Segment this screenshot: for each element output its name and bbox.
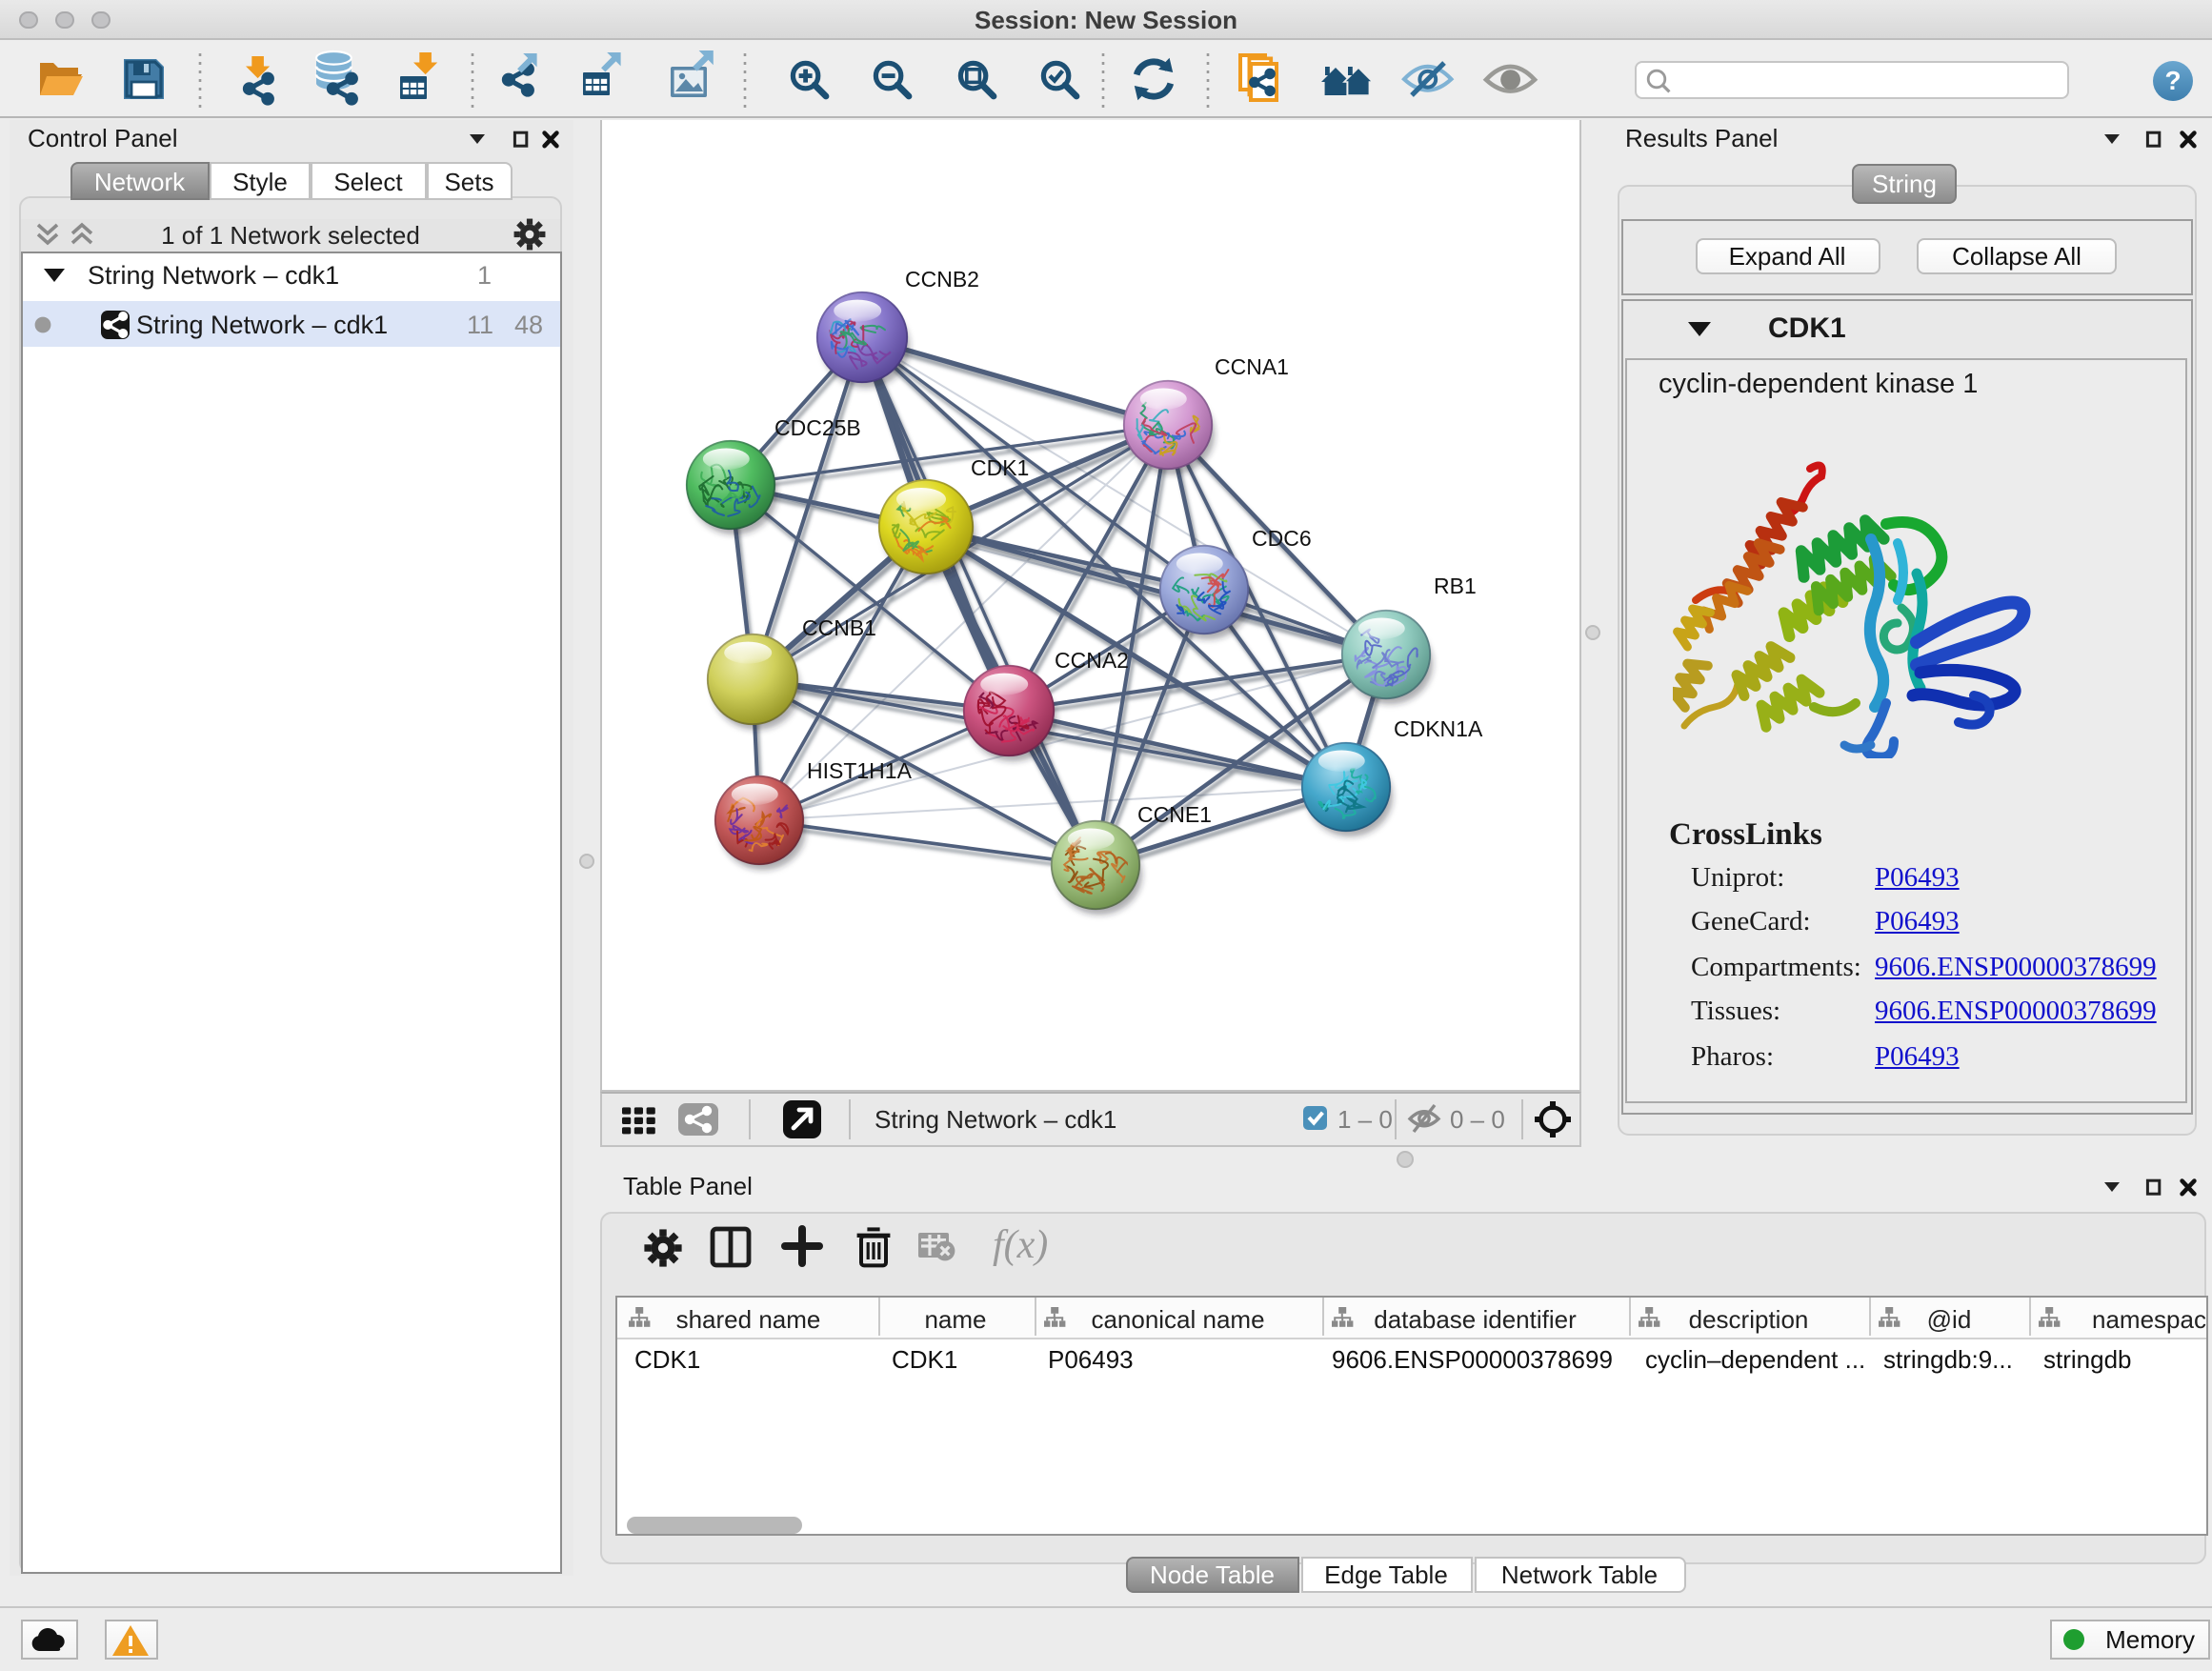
svg-text:RB1: RB1 (1433, 573, 1476, 597)
svg-text:CCNB1: CCNB1 (801, 614, 875, 639)
svg-text:CDKN1A: CDKN1A (1393, 715, 1482, 740)
svg-text:HIST1H1A: HIST1H1A (806, 757, 912, 782)
svg-text:CCNB2: CCNB2 (904, 266, 978, 291)
svg-text:CCNE1: CCNE1 (1136, 801, 1211, 826)
svg-text:CCNA1: CCNA1 (1214, 353, 1288, 378)
svg-text:CDC25B: CDC25B (774, 414, 860, 439)
svg-text:CDC6: CDC6 (1251, 525, 1311, 550)
svg-text:CCNA2: CCNA2 (1054, 647, 1128, 672)
svg-text:CDK1: CDK1 (970, 454, 1028, 479)
